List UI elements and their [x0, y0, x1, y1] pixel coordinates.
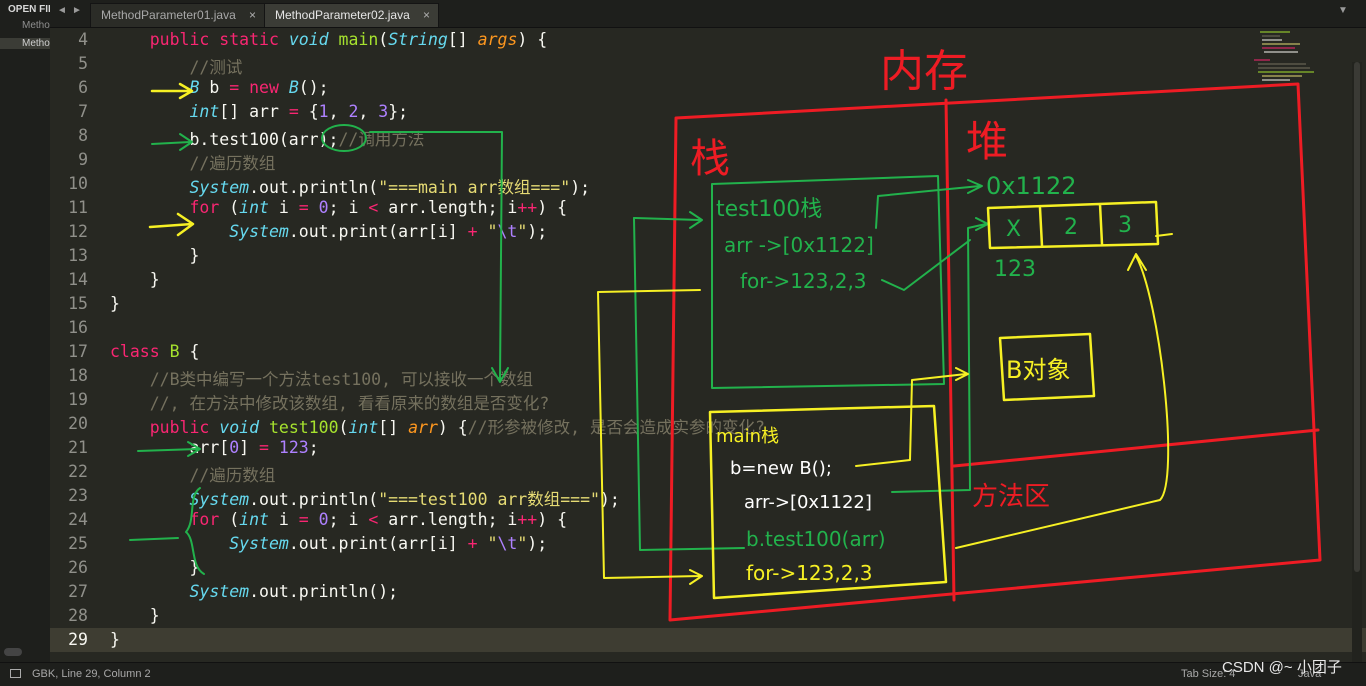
- line-number: 26: [68, 558, 88, 577]
- code-line: for (int i = 0; i < arr.length; i++) {: [189, 510, 568, 529]
- panel-toggle-icon[interactable]: [10, 669, 21, 678]
- code-line: //遍历数组: [189, 154, 276, 173]
- csdn-watermark: CSDN @~ 小团子: [1222, 659, 1342, 676]
- minimap[interactable]: [1250, 28, 1320, 88]
- line-number: 20: [68, 414, 88, 433]
- line-number: 28: [68, 606, 88, 625]
- line-number: 4: [78, 30, 88, 49]
- code-line: System.out.println();: [189, 582, 399, 601]
- line-number: 17: [68, 342, 88, 361]
- code-line: arr[0] = 123;: [110, 438, 319, 457]
- code-line: System.out.println("===main arr数组===");: [189, 178, 591, 197]
- line-number: 5: [78, 54, 88, 73]
- code-line: System.out.print(arr[i] + "\t");: [229, 534, 548, 553]
- tab-label: MethodParameter01.java: [101, 8, 236, 22]
- code-line: }: [110, 630, 120, 649]
- tab-back-icon[interactable]: ◄: [57, 5, 67, 16]
- current-line-highlight: [50, 628, 1366, 652]
- line-number: 13: [68, 246, 88, 265]
- line-number: 9: [78, 150, 88, 169]
- line-number: 10: [68, 174, 88, 193]
- line-number: 24: [68, 510, 88, 529]
- status-encoding-position: GBK, Line 29, Column 2: [32, 668, 151, 680]
- line-number: 18: [68, 366, 88, 385]
- tab-bar: ◄ ► MethodParameter01.java × MethodParam…: [50, 0, 1366, 28]
- line-number: 12: [68, 222, 88, 241]
- code-line: for (int i = 0; i < arr.length; i++) {: [189, 198, 568, 217]
- line-number: 6: [78, 78, 88, 97]
- sidebar: OPEN FILES MethodParameter01.java Method…: [0, 0, 134, 662]
- line-number: 14: [68, 270, 88, 289]
- code-line: public void test100(int[] arr) {//形参被修改,…: [149, 418, 765, 437]
- code-line: }: [110, 270, 160, 289]
- line-number: 27: [68, 582, 88, 601]
- sidebar-file-methodparameter02[interactable]: MethodParameter02.java: [0, 38, 134, 49]
- tab-methodparameter01[interactable]: MethodParameter01.java ×: [90, 3, 265, 27]
- line-number: 7: [78, 102, 88, 121]
- horizontal-scroll-thumb[interactable]: [4, 648, 22, 656]
- code-line: int[] arr = {1, 2, 3};: [189, 102, 409, 121]
- close-icon[interactable]: ×: [423, 4, 430, 26]
- line-number-current: 29: [68, 630, 88, 649]
- code-line: System.out.println("===test100 arr数组==="…: [189, 490, 620, 509]
- tab-forward-icon[interactable]: ►: [72, 5, 82, 16]
- code-line: public static void main(String[] args) {: [149, 30, 548, 49]
- code-line: }: [110, 294, 120, 313]
- vertical-scrollbar[interactable]: [1352, 62, 1362, 662]
- tab-label: MethodParameter02.java: [275, 8, 410, 22]
- code-editor[interactable]: 4 5 6 7 8 9 10 11 12 13 14 15 16 17 18 1…: [50, 28, 1366, 662]
- line-number: 21: [68, 438, 88, 457]
- line-number: 15: [68, 294, 88, 313]
- code-line: }: [110, 246, 200, 265]
- status-bar: GBK, Line 29, Column 2 Tab Size: 4 Java: [0, 662, 1366, 686]
- close-icon[interactable]: ×: [249, 4, 256, 26]
- tab-methodparameter02[interactable]: MethodParameter02.java ×: [264, 3, 439, 27]
- tab-menu-icon[interactable]: ▼: [1338, 5, 1348, 16]
- line-number: 8: [78, 126, 88, 145]
- code-line: System.out.print(arr[i] + "\t");: [229, 222, 548, 241]
- line-number: 25: [68, 534, 88, 553]
- line-number: 11: [68, 198, 88, 217]
- code-line: B b = new B();: [189, 78, 329, 97]
- line-number: 22: [68, 462, 88, 481]
- line-number: 16: [68, 318, 88, 337]
- code-line: //遍历数组: [189, 466, 276, 485]
- scroll-thumb[interactable]: [1354, 62, 1360, 572]
- code-line: //测试: [189, 58, 243, 77]
- line-number: 19: [68, 390, 88, 409]
- code-line: class B {: [110, 342, 200, 361]
- code-line: b.test100(arr);//调用方法: [110, 130, 425, 149]
- code-line: }: [110, 606, 160, 625]
- code-line: //B类中编写一个方法test100, 可以接收一个数组: [149, 370, 533, 389]
- line-number: 23: [68, 486, 88, 505]
- code-line: }: [110, 558, 200, 577]
- code-line: //, 在方法中修改该数组, 看看原来的数组是否变化?: [149, 394, 550, 413]
